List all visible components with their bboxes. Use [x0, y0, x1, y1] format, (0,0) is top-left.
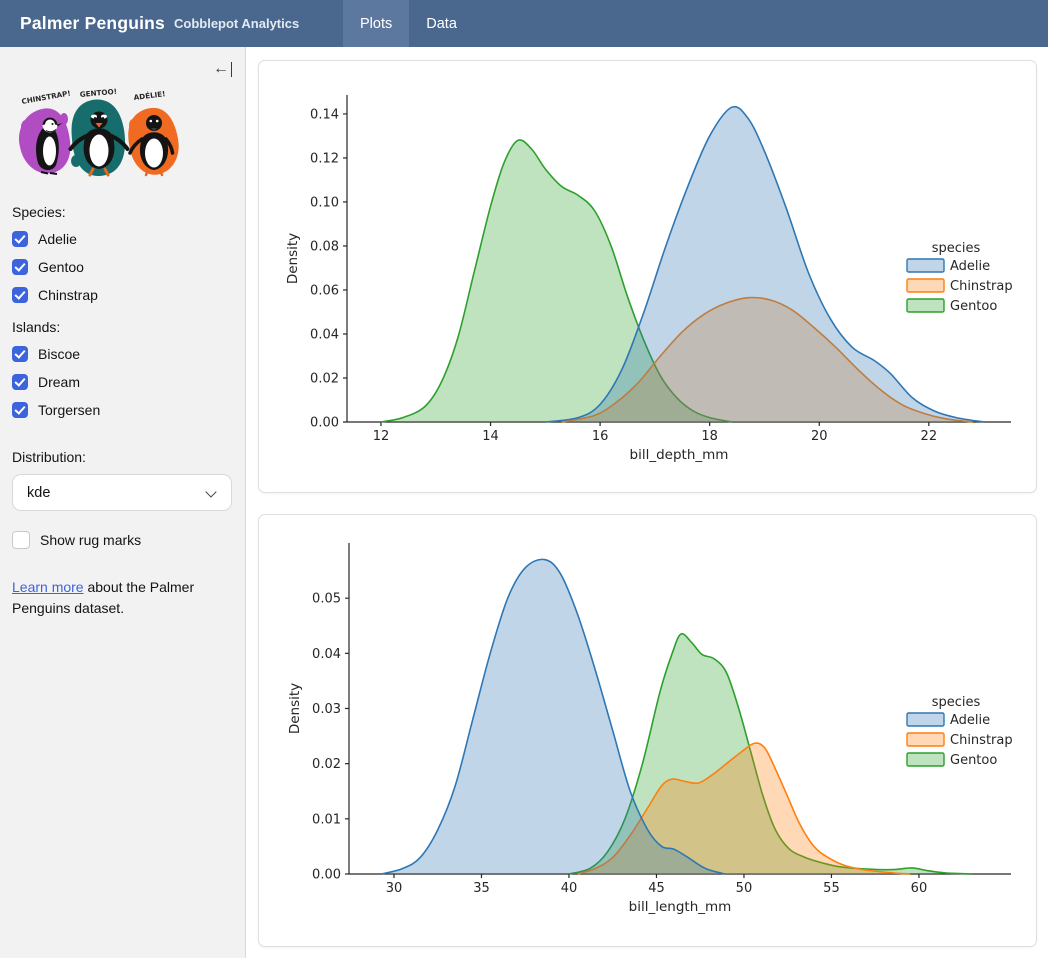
checkbox-island-dream[interactable]: Dream [12, 372, 233, 392]
x-tick-label: 50 [736, 881, 753, 896]
navbar-brand: Palmer Penguins Cobblepot Analytics [0, 0, 343, 47]
checkbox-checked-icon [12, 402, 28, 418]
checkbox-label: Show rug marks [40, 532, 141, 548]
legend-swatch-adelie [907, 259, 944, 272]
islands-group-label: Islands: [12, 319, 233, 335]
checkbox-species-adelie[interactable]: Adelie [12, 229, 233, 249]
tab-data[interactable]: Data [409, 0, 474, 47]
legend-swatch-gentoo [907, 299, 944, 312]
penguins-artwork: CHINSTRAP! GENTOO! ADÉLIE! [14, 87, 185, 182]
x-tick-label: 18 [701, 429, 718, 444]
checkbox-checked-icon [12, 259, 28, 275]
y-tick-label: 0.01 [312, 812, 341, 827]
checkbox-label: Gentoo [38, 259, 84, 275]
legend-label-adelie: Adelie [950, 713, 990, 728]
y-tick-label: 0.04 [310, 327, 339, 342]
legend-swatch-adelie [907, 713, 944, 726]
kde-plot-bill-length: 30 35 40 45 50 55 60 0.00 0.01 0.02 0.03 0.04 0.05 bi… [259, 515, 1036, 946]
species-group-label: Species: [12, 204, 233, 220]
x-tick-label: 35 [473, 881, 490, 896]
y-tick-label: 0.04 [312, 647, 341, 662]
checkbox-island-torgersen[interactable]: Torgersen [12, 400, 233, 420]
checkbox-label: Adelie [38, 231, 77, 247]
checkbox-species-chinstrap[interactable]: Chinstrap [12, 285, 233, 305]
y-tick-label: 0.02 [310, 371, 339, 386]
learn-more-rest: about the Palmer [84, 579, 195, 595]
y-tick-label: 0.14 [310, 107, 339, 122]
card-bill-length-plot: 30 35 40 45 50 55 60 0.00 0.01 0.02 0.03 0.04 0.05 bi… [258, 514, 1037, 947]
checkbox-show-rug-marks[interactable]: Show rug marks [12, 530, 233, 550]
legend-swatch-chinstrap [907, 279, 944, 292]
chinstrap-label: CHINSTRAP! [21, 88, 72, 105]
x-tick-label: 22 [921, 429, 938, 444]
checkbox-label: Biscoe [38, 346, 80, 362]
checkbox-checked-icon [12, 287, 28, 303]
x-axis-label: bill_length_mm [629, 899, 732, 915]
sidebar: ← [0, 47, 246, 958]
checkbox-island-biscoe[interactable]: Biscoe [12, 344, 233, 364]
y-tick-label: 0.10 [310, 195, 339, 210]
kde-plot-bill-depth: 12 14 16 18 20 22 0.00 0.02 0.04 0.06 0.08 0.10 0.12… [259, 61, 1036, 492]
y-axis-label: Density [287, 683, 303, 734]
y-axis-label: Density [285, 233, 301, 284]
x-tick-label: 45 [648, 881, 665, 896]
x-tick-label: 40 [561, 881, 578, 896]
legend-label-chinstrap: Chinstrap [950, 279, 1013, 294]
card-bill-depth-plot: 12 14 16 18 20 22 0.00 0.02 0.04 0.06 0.08 0.10 0.12… [258, 60, 1037, 493]
checkbox-checked-icon [12, 346, 28, 362]
x-tick-label: 14 [482, 429, 499, 444]
y-tick-label: 0.05 [312, 592, 341, 607]
legend-swatch-gentoo [907, 753, 944, 766]
checkbox-label: Chinstrap [38, 287, 98, 303]
main-content: 12 14 16 18 20 22 0.00 0.02 0.04 0.06 0.08 0.10 0.12… [246, 47, 1048, 958]
learn-more-link[interactable]: Learn more [12, 579, 84, 595]
distribution-label: Distribution: [12, 449, 233, 465]
checkbox-checked-icon [12, 231, 28, 247]
nav-tabs: Plots Data [343, 0, 474, 47]
tab-plots[interactable]: Plots [343, 0, 409, 47]
x-tick-label: 16 [592, 429, 609, 444]
y-tick-label: 0.06 [310, 283, 339, 298]
legend-label-gentoo: Gentoo [950, 299, 997, 314]
learn-more-rest2: Penguins dataset. [12, 600, 124, 616]
y-tick-label: 0.00 [310, 416, 339, 431]
y-tick-label: 0.00 [312, 868, 341, 883]
x-tick-label: 30 [386, 881, 403, 896]
legend-title: species [932, 695, 981, 710]
x-tick-label: 55 [823, 881, 840, 896]
navbar: Palmer Penguins Cobblepot Analytics Plot… [0, 0, 1048, 47]
app-title: Palmer Penguins [20, 13, 165, 34]
legend-title: species [932, 241, 981, 256]
legend-label-adelie: Adelie [950, 259, 990, 274]
chevron-down-icon [205, 486, 216, 497]
checkbox-species-gentoo[interactable]: Gentoo [12, 257, 233, 277]
legend-label-chinstrap: Chinstrap [950, 733, 1013, 748]
adelie-label: ADÉLIE! [133, 89, 166, 102]
y-tick-label: 0.08 [310, 239, 339, 254]
gentoo-label: GENTOO! [79, 87, 117, 99]
y-tick-label: 0.03 [312, 702, 341, 717]
y-tick-label: 0.12 [310, 151, 339, 166]
sidebar-collapse-button[interactable]: ← [213, 61, 232, 77]
arrow-bar-left-icon: ← [213, 61, 229, 77]
x-tick-label: 20 [811, 429, 828, 444]
checkbox-checked-icon [12, 374, 28, 390]
app-subtitle: Cobblepot Analytics [174, 16, 299, 31]
legend-swatch-chinstrap [907, 733, 944, 746]
learn-more-text: Learn more about the Palmer Penguins dat… [12, 577, 212, 619]
x-tick-label: 60 [911, 881, 928, 896]
arrow-bar-left-icon-bar [231, 62, 233, 77]
checkbox-unchecked-icon [12, 531, 30, 549]
distribution-select-value: kde [27, 485, 50, 501]
checkbox-label: Dream [38, 374, 80, 390]
y-tick-label: 0.02 [312, 757, 341, 772]
x-axis-label: bill_depth_mm [630, 447, 729, 463]
checkbox-label: Torgersen [38, 402, 100, 418]
x-tick-label: 12 [373, 429, 390, 444]
legend-label-gentoo: Gentoo [950, 753, 997, 768]
distribution-select[interactable]: kde [12, 474, 232, 511]
